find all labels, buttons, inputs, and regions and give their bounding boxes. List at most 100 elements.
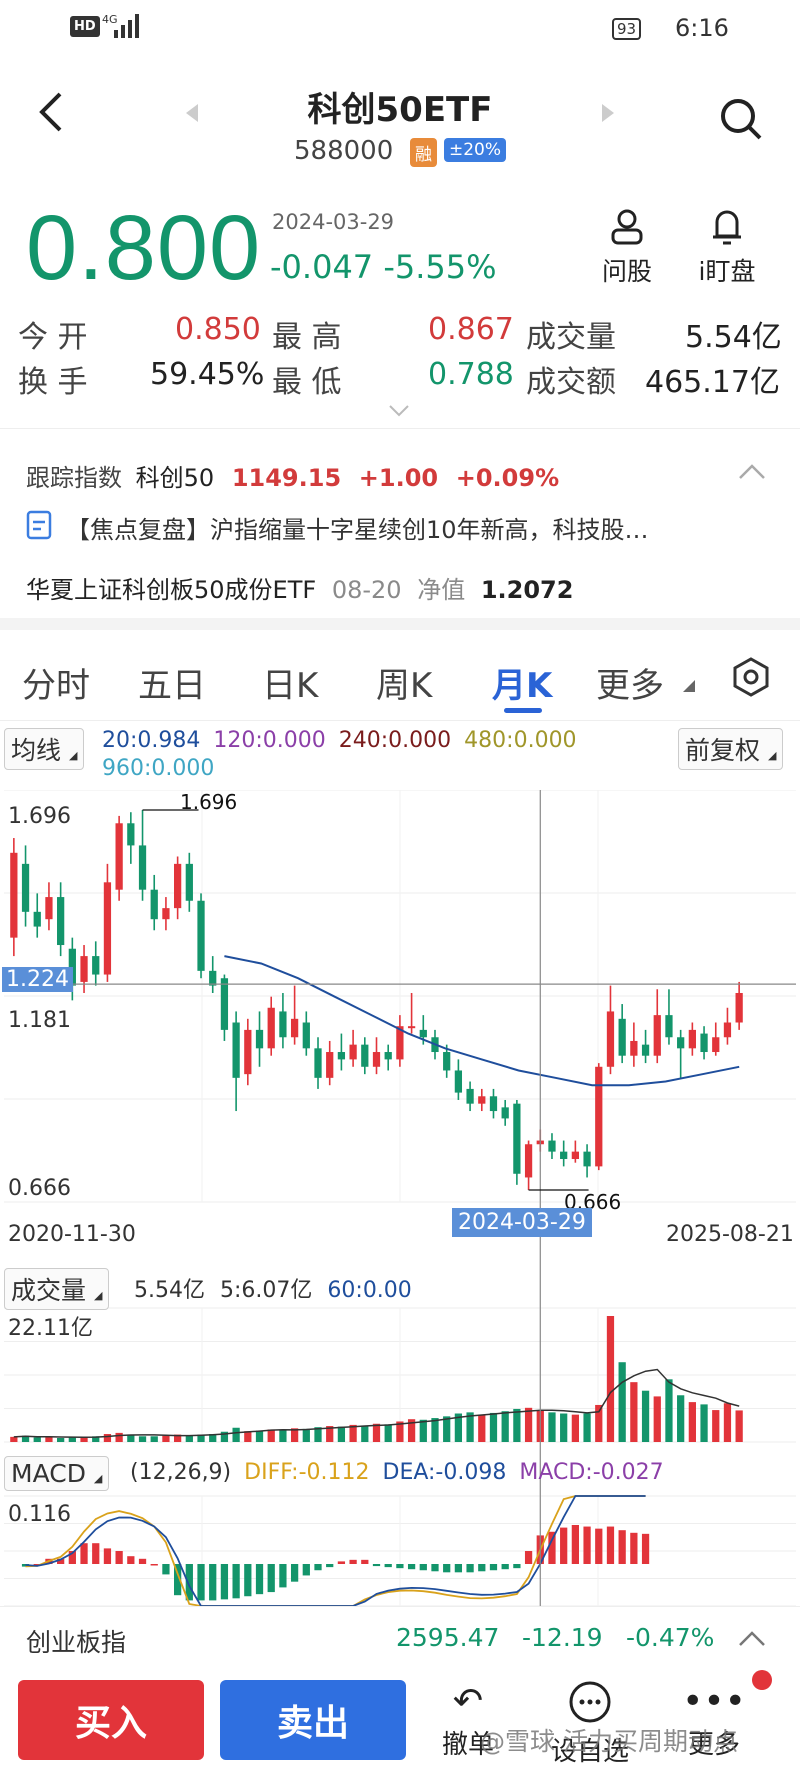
- macd-bar: [513, 1564, 521, 1569]
- candle-body: [524, 1144, 533, 1178]
- volume-bar: [723, 1403, 732, 1442]
- volume-max-label: 22.11亿: [8, 1316, 93, 1341]
- candle-body: [419, 1029, 427, 1038]
- tab-more[interactable]: 更多: [596, 658, 664, 707]
- stock-code: 588000: [294, 136, 394, 166]
- tab-weekly-k[interactable]: 周K: [376, 658, 432, 707]
- fund-nav-label: 净值: [417, 576, 466, 604]
- person-icon: [611, 209, 643, 245]
- search-icon[interactable]: [718, 96, 764, 142]
- volume-ma60: 60:0.00: [327, 1278, 412, 1303]
- candle-body: [162, 908, 170, 920]
- macd-bar: [103, 1548, 112, 1564]
- volume-bar: [735, 1410, 743, 1442]
- macd-bar: [209, 1564, 217, 1601]
- ma-selector-label: 均线: [11, 736, 62, 765]
- index-bar[interactable]: 创业板指 2595.47 -12.19 -0.47%: [0, 1606, 800, 1668]
- tab-daily-k[interactable]: 日K: [262, 658, 318, 707]
- candle-body: [548, 1140, 556, 1152]
- volume-bar: [606, 1316, 615, 1442]
- volume-bar: [443, 1416, 451, 1442]
- macd-dea: DEA:-0.098: [382, 1460, 507, 1485]
- ma-selector[interactable]: 均线 ◢: [4, 728, 85, 770]
- macd-bar: [162, 1564, 170, 1575]
- candle-body: [80, 956, 88, 982]
- candle-body: [513, 1103, 521, 1174]
- stats-panel: 今 开 0.850 最 高 0.867 成交量 5.54亿 换 手 59.45%…: [0, 312, 800, 402]
- volume-bar: [115, 1432, 123, 1442]
- candle-body: [443, 1052, 451, 1071]
- candle-body: [478, 1096, 486, 1104]
- macd-top-label: 0.116: [8, 1502, 71, 1527]
- ask-stock-label: 问股: [601, 257, 652, 286]
- volume-ma5: 5:6.07亿: [220, 1278, 313, 1303]
- tab-five-day[interactable]: 五日: [138, 658, 206, 707]
- watch-button[interactable]: i盯盘: [690, 206, 764, 288]
- candle-body: [618, 1018, 626, 1056]
- volume-bar: [665, 1379, 673, 1442]
- macd-bar: [115, 1551, 123, 1564]
- fund-date: 08-20: [331, 576, 402, 604]
- macd-bar: [466, 1564, 474, 1573]
- signal-icon: [114, 14, 139, 38]
- volume-bar: [618, 1362, 626, 1442]
- macd-bar: [641, 1533, 650, 1564]
- volume-bar: [337, 1426, 346, 1442]
- candle-body: [712, 1037, 720, 1053]
- candle-body: [174, 863, 182, 909]
- candle-body: [700, 1033, 708, 1053]
- open-label: 今 开: [18, 320, 88, 355]
- buy-button[interactable]: 买入: [18, 1680, 204, 1760]
- volume-bar: [478, 1414, 486, 1442]
- candle-body: [302, 1022, 310, 1049]
- candle-body: [384, 1052, 392, 1060]
- macd-bar: [571, 1525, 579, 1564]
- ask-stock-button[interactable]: 问股: [592, 206, 662, 288]
- turnover-label: 换 手: [18, 365, 88, 400]
- expand-icon[interactable]: [388, 404, 410, 418]
- amount-label: 成交额: [526, 365, 616, 400]
- volume-bar: [653, 1396, 661, 1442]
- collapse-icon[interactable]: [738, 462, 766, 480]
- candle-body: [185, 863, 193, 901]
- fund-row[interactable]: 华夏上证科创板50成份ETF 08-20 净值 1.2072: [26, 570, 573, 605]
- sell-button[interactable]: 卖出: [220, 1680, 406, 1760]
- ma20-line: [224, 955, 740, 1087]
- chat-dots-icon: [569, 1681, 611, 1723]
- volume-bar: [150, 1436, 158, 1442]
- volume-bar: [630, 1382, 638, 1442]
- tracking-value: 1149.15: [231, 464, 342, 492]
- adjust-selector[interactable]: 前复权 ◢: [678, 728, 784, 770]
- news-headline[interactable]: 【焦点复盘】沪指缩量十字星续创10年新高，科技股…: [66, 510, 649, 545]
- candle-body: [653, 1015, 661, 1056]
- kline-chart-area[interactable]: [0, 790, 800, 1610]
- next-stock-icon[interactable]: [602, 104, 614, 122]
- volume-bar: [162, 1435, 170, 1442]
- tab-intraday[interactable]: 分时: [22, 658, 90, 707]
- volume-bar: [267, 1429, 275, 1442]
- tab-monthly-k[interactable]: 月K: [492, 658, 552, 707]
- volume-bar: [571, 1414, 579, 1442]
- candle-body: [244, 1029, 252, 1075]
- macd-selector[interactable]: MACD ◢: [4, 1456, 110, 1491]
- expand-up-icon[interactable]: [738, 1629, 766, 1647]
- volume-selector[interactable]: 成交量 ◢: [4, 1268, 110, 1310]
- macd-bar: [372, 1564, 381, 1567]
- x-end-date: 2025-08-21: [666, 1222, 794, 1247]
- settings-icon[interactable]: [730, 656, 772, 698]
- macd-bar: [302, 1564, 310, 1576]
- candle-body: [103, 882, 112, 975]
- tracking-row[interactable]: 跟踪指数 科创50 1149.15 +1.00 +0.09%: [26, 458, 559, 493]
- macd-bar: [220, 1564, 229, 1600]
- candle-body: [560, 1151, 568, 1160]
- candle-body: [33, 911, 41, 927]
- volume-bar: [688, 1402, 696, 1442]
- volume-bar: [431, 1418, 439, 1442]
- battery-icon: 93: [612, 18, 642, 40]
- hd-indicator: HD: [70, 16, 100, 37]
- status-bar: HD 4G 93 6:16: [0, 0, 800, 58]
- open-value: 0.850: [175, 312, 261, 347]
- volume-bar: [384, 1424, 392, 1442]
- macd-selector-label: MACD: [11, 1459, 86, 1488]
- macd-bar: [290, 1564, 299, 1582]
